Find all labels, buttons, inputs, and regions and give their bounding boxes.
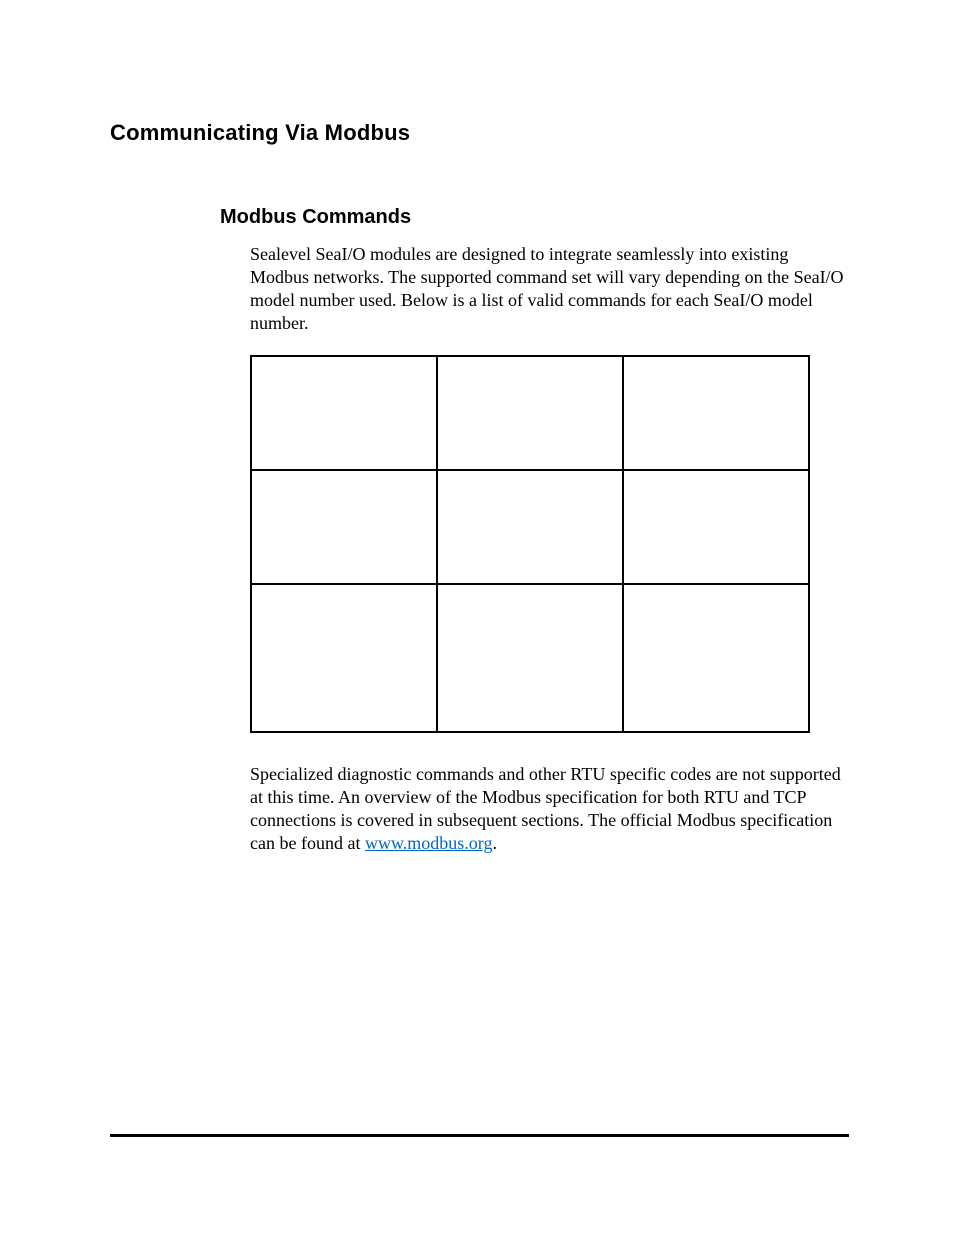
closing-text-before-link: Specialized diagnostic commands and othe… <box>250 764 841 853</box>
table-cell <box>623 356 809 470</box>
section-heading: Communicating Via Modbus <box>110 120 849 146</box>
table-cell <box>251 584 437 732</box>
table-cell <box>437 470 623 584</box>
table-cell <box>437 356 623 470</box>
table-row <box>251 356 809 470</box>
table-cell <box>251 470 437 584</box>
modbus-command-table <box>250 355 810 733</box>
sub-heading: Modbus Commands <box>220 206 849 229</box>
table-cell <box>623 470 809 584</box>
document-page: Communicating Via Modbus Modbus Commands… <box>0 0 954 1235</box>
table-row <box>251 470 809 584</box>
intro-paragraph: Sealevel SeaI/O modules are designed to … <box>220 243 849 335</box>
footer-rule <box>110 1134 849 1137</box>
closing-paragraph: Specialized diagnostic commands and othe… <box>220 763 849 855</box>
table-cell <box>437 584 623 732</box>
table-cell <box>623 584 809 732</box>
table-cell <box>251 356 437 470</box>
modbus-org-link[interactable]: www.modbus.org <box>365 833 493 853</box>
closing-text-after-link: . <box>492 833 497 853</box>
table-row <box>251 584 809 732</box>
content-block: Modbus Commands Sealevel SeaI/O modules … <box>220 206 849 855</box>
